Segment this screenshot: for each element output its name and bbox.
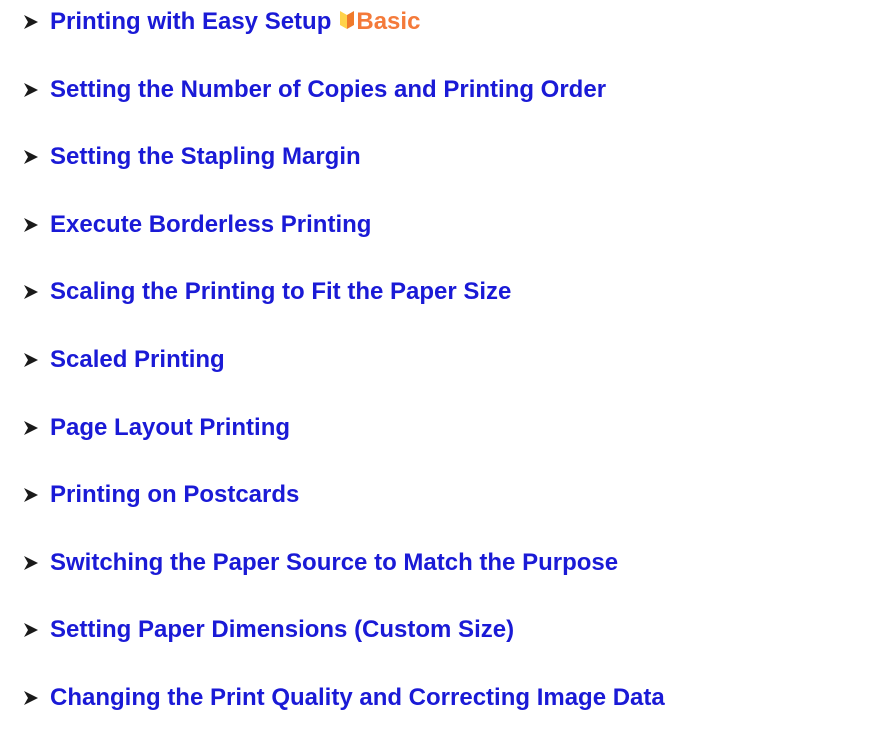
list-item: Changing the Print Quality and Correctin…: [22, 684, 665, 753]
triangle-right-icon: [22, 77, 46, 103]
topic-link[interactable]: Scaled Printing: [50, 346, 225, 373]
topic-link[interactable]: Scaling the Printing to Fit the Paper Si…: [50, 279, 511, 305]
badge-label: Basic: [356, 8, 421, 35]
list-item: Printing with Easy Setup Basic: [22, 9, 665, 77]
topic-link[interactable]: Setting the Stapling Margin: [50, 144, 361, 170]
topic-link[interactable]: Setting Paper Dimensions (Custom Size): [50, 617, 514, 643]
topic-link[interactable]: Page Layout Printing: [50, 414, 290, 441]
topic-link[interactable]: Printing with Easy Setup: [50, 9, 331, 35]
beginner-mark-icon: [339, 10, 356, 35]
list-item: Setting the Number of Copies and Printin…: [22, 76, 665, 145]
triangle-right-icon: [22, 685, 46, 711]
topic-link[interactable]: Switching the Paper Source to Match the …: [50, 549, 618, 576]
topic-link[interactable]: Setting the Number of Copies and Printin…: [50, 76, 606, 103]
triangle-right-icon: [22, 144, 46, 170]
triangle-right-icon: [22, 482, 46, 508]
triangle-right-icon: [22, 279, 46, 305]
triangle-right-icon: [22, 550, 46, 576]
triangle-right-icon: [22, 212, 46, 238]
list-item: Printing on Postcards: [22, 482, 665, 550]
topic-link[interactable]: Execute Borderless Printing: [50, 211, 371, 238]
basic-badge: Basic: [339, 9, 420, 35]
list-item: Page Layout Printing: [22, 414, 665, 483]
list-item: Switching the Paper Source to Match the …: [22, 549, 665, 618]
list-item: Setting the Stapling Margin: [22, 144, 665, 212]
list-item: Execute Borderless Printing: [22, 211, 665, 280]
topic-link[interactable]: Printing on Postcards: [50, 482, 299, 508]
triangle-right-icon: [22, 347, 46, 373]
list-item: Scaling the Printing to Fit the Paper Si…: [22, 279, 665, 347]
list-item: Scaled Printing: [22, 346, 665, 415]
topic-link[interactable]: Changing the Print Quality and Correctin…: [50, 684, 665, 711]
topic-link-list: Printing with Easy Setup Basic Setting the…: [22, 9, 665, 753]
list-item: Setting Paper Dimensions (Custom Size): [22, 617, 665, 685]
triangle-right-icon: [22, 415, 46, 441]
triangle-right-icon: [22, 9, 46, 35]
triangle-right-icon: [22, 617, 46, 643]
